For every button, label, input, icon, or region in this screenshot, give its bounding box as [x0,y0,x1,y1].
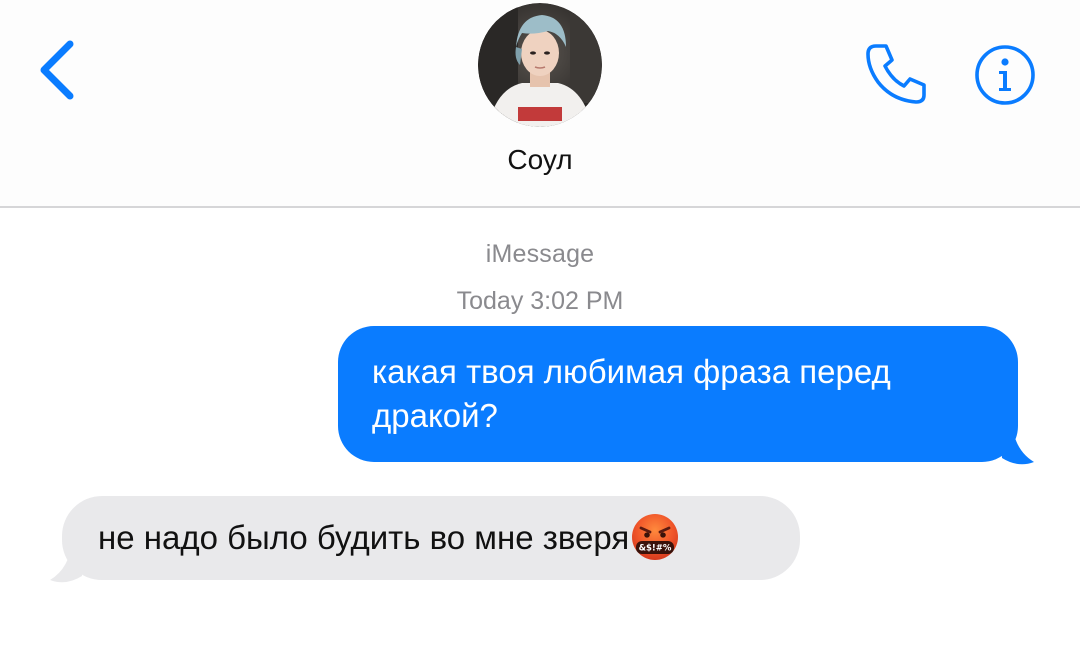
contact-name[interactable]: Соул [0,144,1080,176]
face-with-symbols-on-mouth-icon: &$!#% [632,514,679,561]
sent-message-text: какая твоя любимая фраза перед дракой? [338,326,1018,462]
received-message[interactable]: не надо было будить во мне зверя &$!#% [44,496,804,586]
message-timestamp: Today 3:02 PM [456,287,624,315]
header-divider [0,206,1080,208]
conversation-header: Соул [0,0,1080,206]
chevron-left-icon [40,40,74,100]
received-message-text: не надо было будить во мне зверя [98,519,630,556]
emoji-symbols: &$!#% [639,544,672,554]
phone-icon [866,44,926,104]
messages-screen: Соул iMessage Today 3:02 PM какая твоя л… [0,0,1080,646]
sent-message[interactable]: какая твоя любимая фраза перед дракой? [336,326,1036,468]
service-label: iMessage [485,240,595,268]
avatar[interactable] [478,3,602,127]
call-button[interactable] [862,40,930,106]
avatar-photo [478,3,602,127]
back-button[interactable] [34,38,82,102]
received-message-bubble: не надо было будить во мне зверя &$!#% [62,496,800,580]
info-icon [975,45,1035,105]
info-button[interactable] [974,44,1036,106]
